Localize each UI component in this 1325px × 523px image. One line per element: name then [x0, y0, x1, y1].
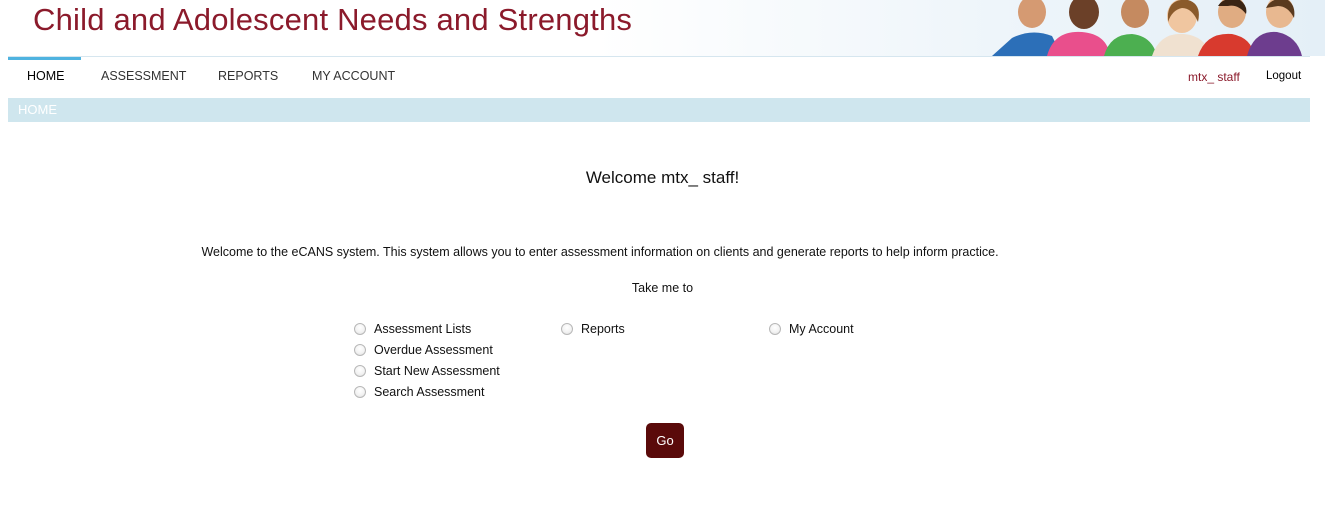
option-reports[interactable]: Reports	[561, 320, 625, 338]
radio-icon[interactable]	[354, 323, 366, 335]
go-button[interactable]: Go	[646, 423, 684, 458]
logout-link[interactable]: Logout	[1266, 70, 1301, 82]
option-start-new-assessment[interactable]: Start New Assessment	[354, 362, 500, 380]
breadcrumb: HOME	[8, 98, 1310, 122]
radio-icon[interactable]	[561, 323, 573, 335]
radio-icon[interactable]	[769, 323, 781, 335]
option-label: Start New Assessment	[374, 364, 500, 378]
option-label: Reports	[581, 322, 625, 336]
children-banner-image	[992, 0, 1302, 56]
intro-text: Welcome to the eCANS system. This system…	[201, 245, 999, 259]
option-my-account[interactable]: My Account	[769, 320, 854, 338]
option-label: Assessment Lists	[374, 322, 472, 336]
radio-icon[interactable]	[354, 365, 366, 377]
option-assessment-lists[interactable]: Assessment Lists	[354, 320, 471, 338]
nav-assessment[interactable]: ASSESSMENT	[101, 69, 186, 83]
option-search-assessment[interactable]: Search Assessment	[354, 383, 484, 401]
header-banner: Child and Adolescent Needs and Strengths	[0, 0, 1325, 56]
current-user-name[interactable]: mtx_ staff	[1188, 70, 1240, 84]
nav-my-account[interactable]: MY ACCOUNT	[312, 69, 395, 83]
nav-reports[interactable]: REPORTS	[218, 69, 278, 83]
radio-icon[interactable]	[354, 386, 366, 398]
radio-icon[interactable]	[354, 344, 366, 356]
option-label: Search Assessment	[374, 385, 485, 399]
option-overdue-assessment[interactable]: Overdue Assessment	[354, 341, 493, 359]
nav-home[interactable]: HOME	[27, 69, 65, 83]
site-title: Child and Adolescent Needs and Strengths	[33, 2, 633, 37]
take-me-to-label: Take me to	[631, 281, 694, 295]
breadcrumb-current: HOME	[18, 102, 57, 117]
active-tab-indicator	[8, 57, 81, 60]
option-label: My Account	[789, 322, 854, 336]
welcome-heading: Welcome mtx_ staff!	[585, 168, 740, 187]
main-nav: HOME ASSESSMENT REPORTS MY ACCOUNT mtx_ …	[0, 57, 1325, 97]
option-label: Overdue Assessment	[374, 343, 493, 357]
